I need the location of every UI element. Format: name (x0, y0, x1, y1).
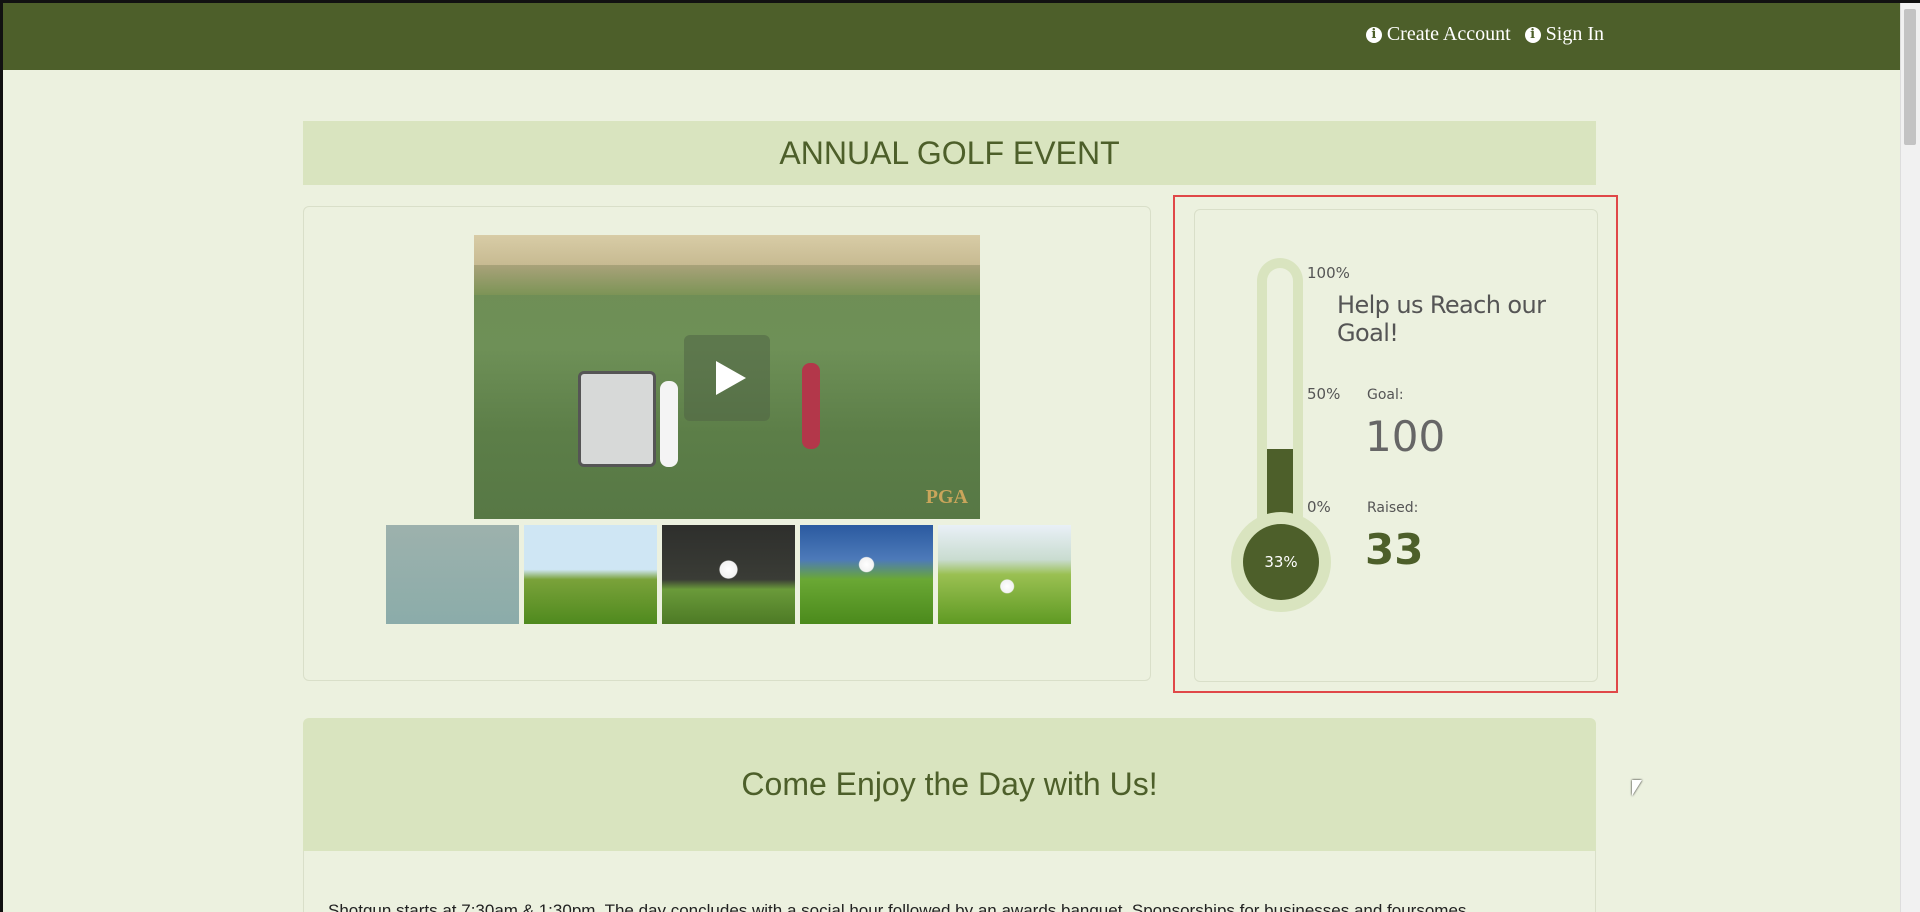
create-account-link[interactable]: i Create Account (1365, 23, 1511, 46)
goal-widget-card: 33% 100% 50% 0% Help us Reach our Goal! … (1194, 209, 1598, 682)
sign-in-link[interactable]: i Sign In (1524, 23, 1604, 46)
goal-value: 100 (1365, 412, 1446, 461)
thumbnail-4[interactable] (800, 525, 933, 624)
video-player[interactable]: PGA (474, 235, 980, 519)
thumbnail-2[interactable] (524, 525, 657, 624)
thermometer-bulb: 33% (1231, 512, 1331, 612)
thermometer-inner (1267, 268, 1293, 538)
thermometer-tube (1257, 258, 1303, 543)
goal-label: Goal: (1367, 387, 1404, 403)
goal-heading: Help us Reach our Goal! (1337, 291, 1546, 347)
thumbnail-strip (386, 525, 1071, 624)
scrollbar-thumb[interactable] (1904, 9, 1916, 145)
thumbnail-5[interactable] (938, 525, 1071, 624)
scale-label-100: 100% (1307, 264, 1350, 282)
raised-value: 33 (1365, 525, 1424, 574)
scale-label-0: 0% (1307, 498, 1331, 516)
section-title: Come Enjoy the Day with Us! (303, 718, 1596, 851)
golfer-figure (802, 363, 820, 449)
golf-cart-image (578, 371, 656, 467)
raised-label: Raised: (1367, 500, 1419, 516)
thumbnail-3[interactable] (662, 525, 795, 624)
video-background-hill (474, 265, 980, 295)
info-icon: i (1365, 26, 1382, 43)
section-body-text: Shotgun starts at 7:30am & 1:30pm. The d… (328, 901, 1467, 912)
event-title: ANNUAL GOLF EVENT (303, 121, 1596, 185)
sign-in-label: Sign In (1545, 23, 1604, 45)
thumbnail-1[interactable] (386, 525, 519, 624)
create-account-label: Create Account (1386, 23, 1511, 45)
top-links: i Create Account i Sign In (1365, 23, 1604, 46)
media-card: PGA (303, 206, 1151, 681)
play-icon[interactable] (684, 335, 770, 421)
info-icon: i (1524, 26, 1541, 43)
golfer-figure (660, 381, 678, 467)
scale-label-50: 50% (1307, 385, 1341, 403)
percent-label: 33% (1243, 524, 1319, 600)
section-body: Shotgun starts at 7:30am & 1:30pm. The d… (303, 851, 1596, 912)
top-nav-bar: i Create Account i Sign In (3, 3, 1900, 70)
pga-logo: PGA (925, 486, 968, 508)
vertical-scrollbar[interactable] (1900, 3, 1920, 912)
mouse-cursor (1632, 780, 1642, 796)
